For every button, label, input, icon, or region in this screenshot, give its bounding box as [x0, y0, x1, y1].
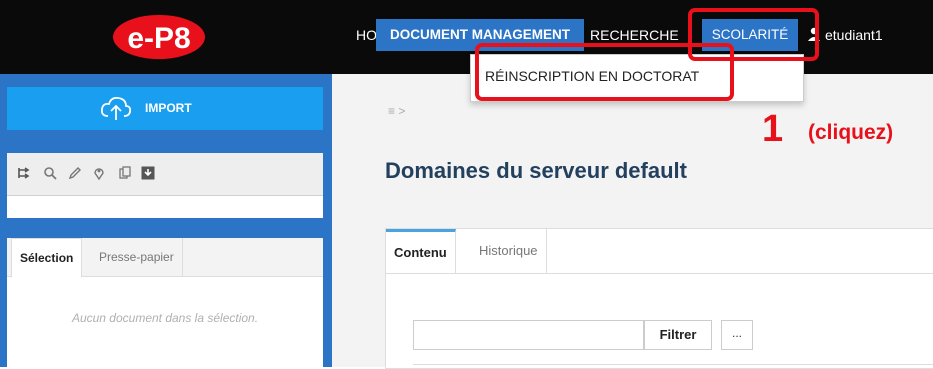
more-options-button[interactable]: ...	[721, 320, 753, 350]
page-title: Domaines du serveur default	[385, 158, 687, 183]
filter-button[interactable]: Filtrer	[644, 320, 712, 350]
download-icon[interactable]	[141, 166, 155, 185]
import-label: IMPORT	[145, 101, 192, 115]
user-menu[interactable]: etudiant1	[808, 19, 883, 51]
tab-contenu[interactable]: Contenu	[386, 229, 456, 273]
tab-selection[interactable]: Sélection	[11, 238, 83, 278]
import-button[interactable]: IMPORT	[7, 87, 323, 130]
selection-tabs: Sélection Presse-papier	[7, 238, 323, 278]
divider	[413, 364, 933, 365]
svg-text:e-P8: e-P8	[127, 22, 190, 55]
step-number: 1	[762, 108, 784, 150]
logo[interactable]: e-P8	[111, 12, 207, 62]
tree-icon[interactable]	[17, 166, 31, 185]
tab-historique[interactable]: Historique	[471, 229, 547, 273]
copy-icon[interactable]	[118, 166, 132, 185]
breadcrumb[interactable]: ≡ >	[388, 104, 405, 118]
highlight-reinscription	[475, 43, 734, 101]
filter-input[interactable]	[413, 320, 644, 350]
cloud-upload-icon	[100, 94, 132, 127]
content-tabs: Contenu Historique	[386, 229, 933, 274]
selection-panel: Sélection Presse-papier Aucun document d…	[7, 238, 323, 367]
location-icon[interactable]	[93, 166, 105, 185]
search-icon[interactable]	[43, 166, 57, 185]
sidebar-toolbar	[7, 153, 323, 195]
user-name: etudiant1	[825, 27, 883, 43]
empty-selection-message: Aucun document dans la sélection.	[71, 311, 259, 325]
edit-icon[interactable]	[68, 166, 82, 185]
step-instruction: (cliquez)	[808, 121, 894, 144]
tab-presse-papier[interactable]: Presse-papier	[91, 238, 183, 276]
sidebar-filter-field[interactable]	[7, 195, 323, 218]
